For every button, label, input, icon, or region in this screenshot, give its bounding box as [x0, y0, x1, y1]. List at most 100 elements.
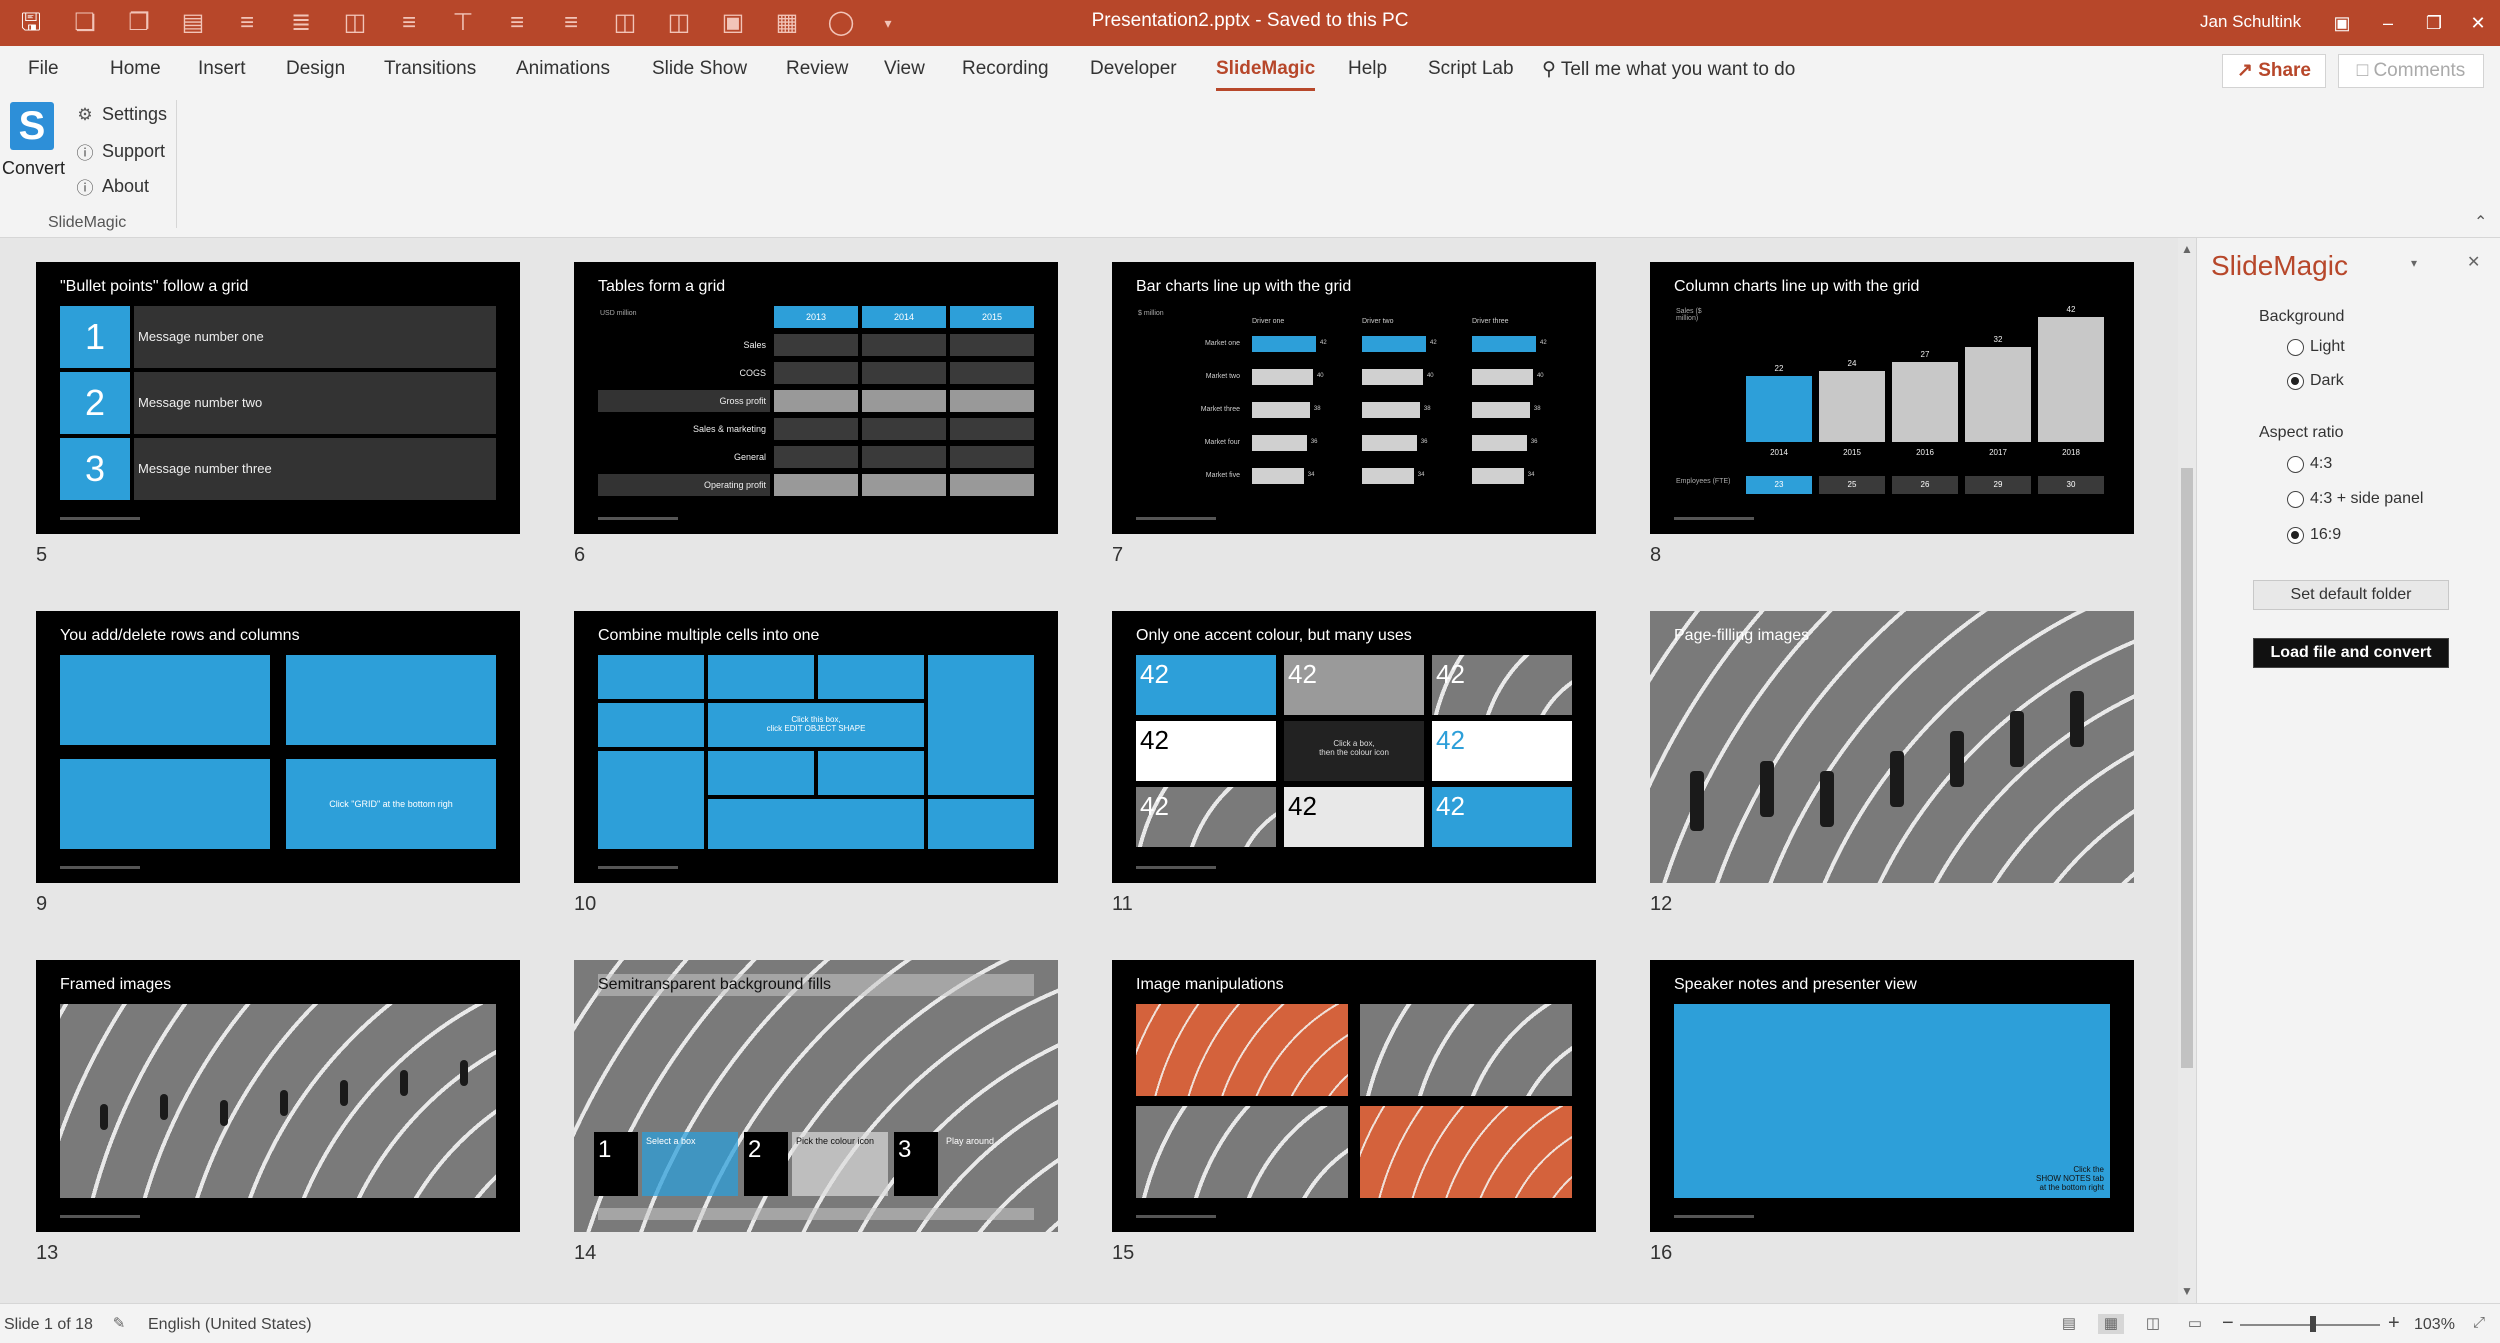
accent-cell: 42 [1136, 721, 1276, 781]
customize-toolbar-icon[interactable]: ▾ [878, 6, 898, 40]
tab-developer[interactable]: Developer [1090, 58, 1177, 80]
reading-view-icon[interactable]: ◫ [2140, 1314, 2166, 1334]
zoom-in-icon[interactable]: + [2388, 1312, 2400, 1335]
tab-slide-show[interactable]: Slide Show [652, 58, 747, 80]
task-pane-close-icon[interactable]: ✕ [2467, 252, 2480, 272]
align-top-icon[interactable]: ⊤ [446, 6, 480, 40]
restore-icon[interactable]: ❐ [2414, 8, 2454, 38]
collapse-ribbon-icon[interactable]: ⌃ [2474, 212, 2487, 232]
distribute-icon[interactable]: ◫ [338, 6, 372, 40]
minimize-icon[interactable]: – [2368, 8, 2408, 38]
tab-file[interactable]: File [28, 58, 59, 80]
slide-thumbnail[interactable]: Page-filling images [1650, 611, 2134, 883]
table-unit: USD million [600, 310, 637, 317]
align-right-icon[interactable]: ≡ [392, 6, 426, 40]
normal-view-icon[interactable]: ▤ [2056, 1314, 2082, 1334]
slide-title: Semitransparent background fills [598, 976, 832, 993]
column-category-label: 2017 [1989, 448, 2007, 457]
slidemagic-logo-icon[interactable]: S [10, 102, 54, 150]
about-button[interactable]: ⓘ About [76, 174, 150, 199]
slide-show-view-icon[interactable]: ▭ [2182, 1314, 2208, 1334]
align-center-icon[interactable]: ≡ [230, 6, 264, 40]
shape-icon[interactable]: ◯ [824, 6, 858, 40]
slide-counter: Slide 1 of 18 [4, 1316, 93, 1333]
zoom-out-icon[interactable]: − [2222, 1312, 2234, 1335]
group-icon[interactable]: ▣ [716, 6, 750, 40]
close-icon[interactable]: ✕ [2458, 8, 2498, 38]
slide-thumbnail[interactable]: Tables form a grid USD million 2013 2014… [574, 262, 1058, 534]
zoom-slider-thumb[interactable] [2310, 1316, 2316, 1332]
step-number: 1 [594, 1132, 638, 1196]
align-left-icon[interactable]: ≣ [284, 6, 318, 40]
radio-background-dark[interactable]: Dark [2287, 372, 2344, 390]
load-file-convert-button[interactable]: Load file and convert [2253, 638, 2449, 668]
slide-thumbnail[interactable]: Combine multiple cells into one Click th… [574, 611, 1058, 883]
radio-background-light[interactable]: Light [2287, 338, 2345, 356]
tab-animations[interactable]: Animations [516, 58, 610, 80]
user-name[interactable]: Jan Schultink [2200, 12, 2301, 32]
radio-label: 4:3 + side panel [2310, 490, 2424, 507]
radio-aspect-4-3-side-panel[interactable]: 4:3 + side panel [2287, 490, 2423, 508]
chart-icon[interactable]: ▤ [176, 6, 210, 40]
slide-thumbnail[interactable]: Bar charts line up with the grid $ milli… [1112, 262, 1596, 534]
spelling-icon[interactable]: ✎ [106, 1314, 132, 1334]
tab-transitions[interactable]: Transitions [384, 58, 476, 80]
convert-button[interactable]: Convert [2, 158, 65, 179]
slide-sorter-view-icon[interactable]: ▦ [2098, 1314, 2124, 1334]
slide-sorter[interactable]: "Bullet points" follow a grid 1 Message … [0, 238, 2180, 1303]
slide-thumbnail[interactable]: Image manipulations [1112, 960, 1596, 1232]
tab-script-lab[interactable]: Script Lab [1428, 58, 1514, 80]
slide-thumbnail[interactable]: "Bullet points" follow a grid 1 Message … [36, 262, 520, 534]
tell-me-search[interactable]: ⚲ Tell me what you want to do [1542, 58, 1795, 81]
tab-insert[interactable]: Insert [198, 58, 246, 80]
runner-figure [100, 1104, 108, 1130]
tab-help[interactable]: Help [1348, 58, 1387, 80]
zoom-level[interactable]: 103% [2414, 1316, 2455, 1334]
scroll-up-icon[interactable]: ▲ [2178, 240, 2196, 258]
slide-footer [598, 517, 678, 520]
tell-me-label: Tell me what you want to do [1560, 59, 1796, 80]
slide-thumbnail[interactable]: You add/delete rows and columns Click "G… [36, 611, 520, 883]
bullet-text: Message number two [134, 372, 496, 434]
distribute-vertical-icon[interactable]: ◫ [662, 6, 696, 40]
slide-thumbnail[interactable]: Framed images [36, 960, 520, 1232]
tab-design[interactable]: Design [286, 58, 345, 80]
save-icon[interactable]: 🖫 [14, 6, 48, 40]
arrange-icon[interactable]: ❐ [122, 6, 156, 40]
text-align-icon[interactable]: ≡ [500, 6, 534, 40]
slide-thumbnail[interactable]: Only one accent colour, but many uses 42… [1112, 611, 1596, 883]
tab-view[interactable]: View [884, 58, 925, 80]
bar-value-label: 42 [1320, 340, 1327, 346]
fit-to-window-icon[interactable]: ⤢ [2466, 1314, 2492, 1334]
slide-thumbnail[interactable]: Column charts line up with the grid Sale… [1650, 262, 2134, 534]
task-pane-options-icon[interactable]: ▾ [2411, 256, 2417, 270]
radio-aspect-16-9[interactable]: 16:9 [2287, 526, 2341, 544]
text-justify-icon[interactable]: ≡ [554, 6, 588, 40]
tab-review[interactable]: Review [786, 58, 848, 80]
radio-aspect-4-3[interactable]: 4:3 [2287, 455, 2332, 473]
vertical-scrollbar[interactable]: ▲ ▼ [2178, 238, 2196, 1303]
distribute-horizontal-icon[interactable]: ◫ [608, 6, 642, 40]
tab-slidemagic[interactable]: SlideMagic [1216, 58, 1316, 91]
tab-recording[interactable]: Recording [962, 58, 1049, 80]
support-button[interactable]: ⓘ Support [76, 139, 166, 164]
slide-thumbnail[interactable]: Semitransparent background fills 1 Selec… [574, 960, 1058, 1232]
bar-value-label: 36 [1310, 439, 1318, 445]
tab-home[interactable]: Home [110, 58, 161, 80]
set-default-folder-button[interactable]: Set default folder [2253, 580, 2449, 610]
table-row [774, 334, 1034, 356]
share-icon: ↗ [2236, 60, 2253, 81]
language-indicator[interactable]: English (United States) [148, 1316, 312, 1334]
ungroup-icon[interactable]: ▦ [770, 6, 804, 40]
bar-value-label: 36 [1420, 439, 1428, 445]
bar [1362, 369, 1423, 385]
slide-thumbnail[interactable]: Speaker notes and presenter view Click t… [1650, 960, 2134, 1232]
copy-slides-icon[interactable]: ❏ [68, 6, 102, 40]
settings-button[interactable]: ⚙ Settings [76, 104, 167, 125]
scrollbar-thumb[interactable] [2181, 468, 2193, 1068]
accent-cell: 42 [1136, 655, 1276, 715]
comments-button[interactable]: □ Comments [2338, 54, 2484, 88]
scroll-down-icon[interactable]: ▼ [2178, 1282, 2196, 1300]
share-button[interactable]: ↗ Share [2222, 54, 2326, 88]
ribbon-display-options-icon[interactable]: ▣ [2322, 8, 2362, 38]
